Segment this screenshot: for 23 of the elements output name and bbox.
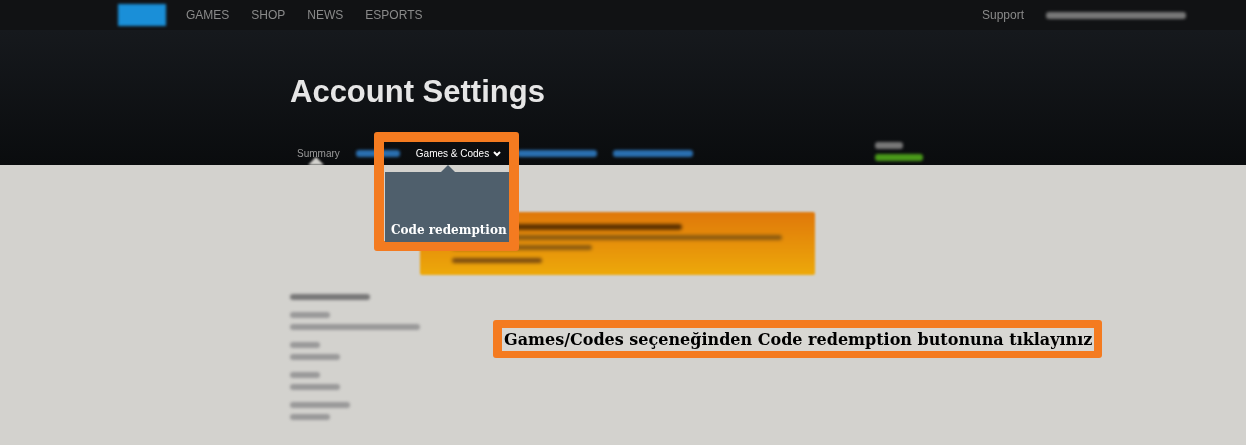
blurred-text: [290, 372, 320, 378]
nav-link[interactable]: NEWS: [307, 8, 344, 22]
logo[interactable]: [118, 4, 166, 26]
blurred-text: [875, 154, 923, 161]
blurred-text: [290, 312, 330, 318]
blurred-text: [290, 354, 340, 360]
nav-link[interactable]: ESPORTS: [365, 8, 423, 22]
blurred-text: [290, 384, 340, 390]
blurred-text: [290, 342, 320, 348]
blurred-text: [290, 414, 330, 420]
nav-link[interactable]: SHOP: [251, 8, 286, 22]
nav-tab[interactable]: Games & Codes: [415, 148, 502, 159]
support-link[interactable]: Support: [981, 8, 1024, 22]
active-tab-marker: [308, 157, 324, 165]
chevron-icon: [493, 150, 502, 157]
page-title: Account Settings: [290, 74, 545, 110]
instruction-text: Games/Codes seçeneğinden Code redemption butonuna tıklayınız: [502, 327, 1095, 351]
nav-link[interactable]: GAMES: [186, 8, 230, 22]
nav-tab[interactable]: Summary: [297, 148, 340, 159]
menu-item[interactable]: Code redemption: [391, 223, 507, 237]
blurred-text: [290, 402, 350, 408]
blurred-text: [355, 150, 400, 157]
blurred-text: [875, 142, 903, 149]
